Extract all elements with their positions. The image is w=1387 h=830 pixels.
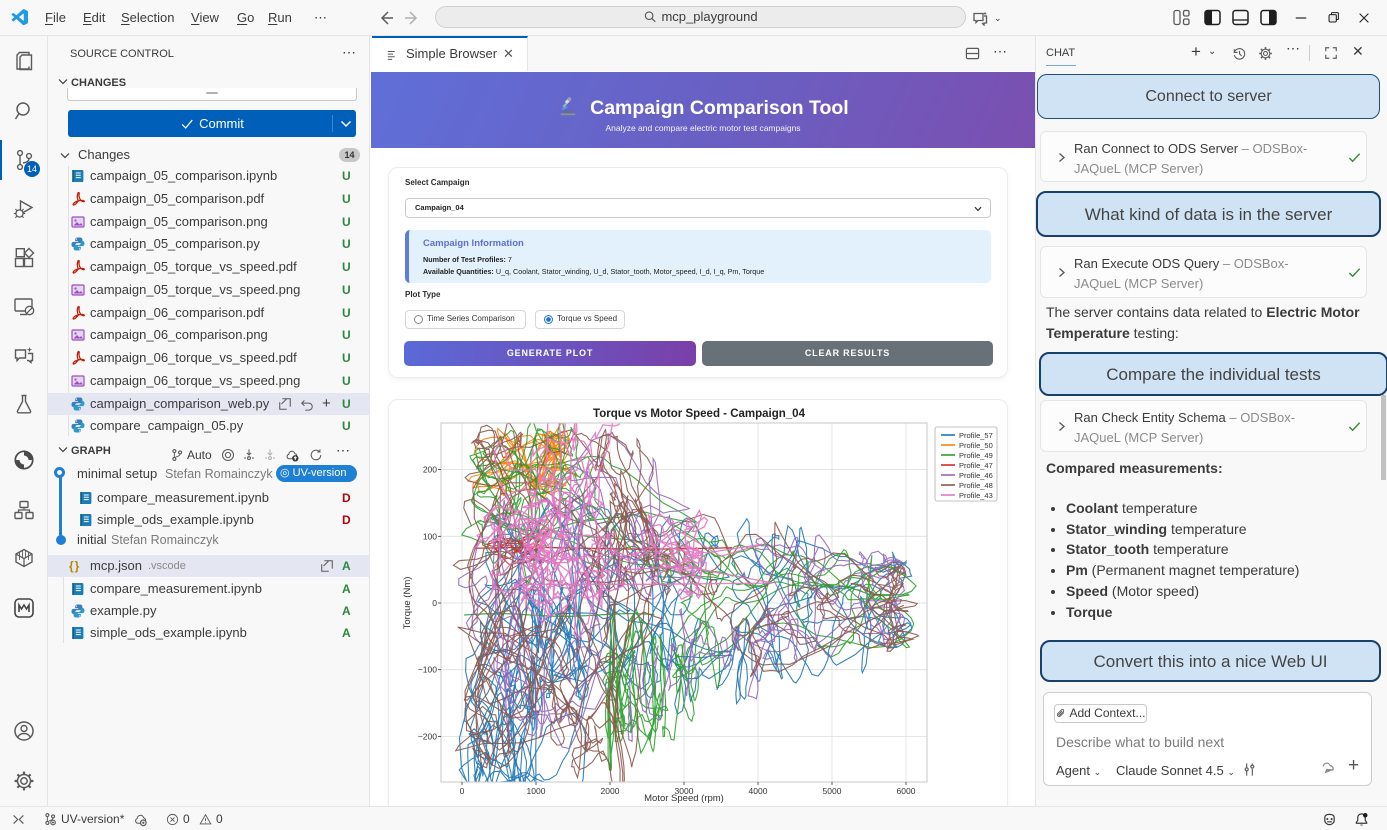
svg-text:2000: 2000 bbox=[601, 786, 620, 796]
svg-text:6000: 6000 bbox=[897, 786, 916, 796]
svg-text:0: 0 bbox=[460, 786, 465, 796]
svg-text:Profile_48: Profile_48 bbox=[959, 481, 993, 490]
svg-text:100: 100 bbox=[423, 531, 437, 541]
svg-text:Profile_43: Profile_43 bbox=[959, 491, 993, 500]
svg-text:Torque (Nm): Torque (Nm) bbox=[402, 577, 413, 630]
svg-text:−200: −200 bbox=[418, 731, 437, 741]
svg-text:1000: 1000 bbox=[527, 786, 546, 796]
svg-text:Profile_50: Profile_50 bbox=[959, 441, 993, 450]
svg-text:Profile_57: Profile_57 bbox=[959, 431, 993, 440]
svg-text:Motor Speed (rpm): Motor Speed (rpm) bbox=[644, 793, 724, 804]
svg-text:−100: −100 bbox=[418, 665, 437, 675]
svg-text:200: 200 bbox=[423, 465, 437, 475]
svg-text:0: 0 bbox=[432, 598, 437, 608]
svg-text:4000: 4000 bbox=[749, 786, 768, 796]
svg-text:Profile_49: Profile_49 bbox=[959, 451, 993, 460]
svg-text:5000: 5000 bbox=[823, 786, 842, 796]
svg-text:Profile_47: Profile_47 bbox=[959, 461, 993, 470]
svg-text:Profile_46: Profile_46 bbox=[959, 471, 993, 480]
